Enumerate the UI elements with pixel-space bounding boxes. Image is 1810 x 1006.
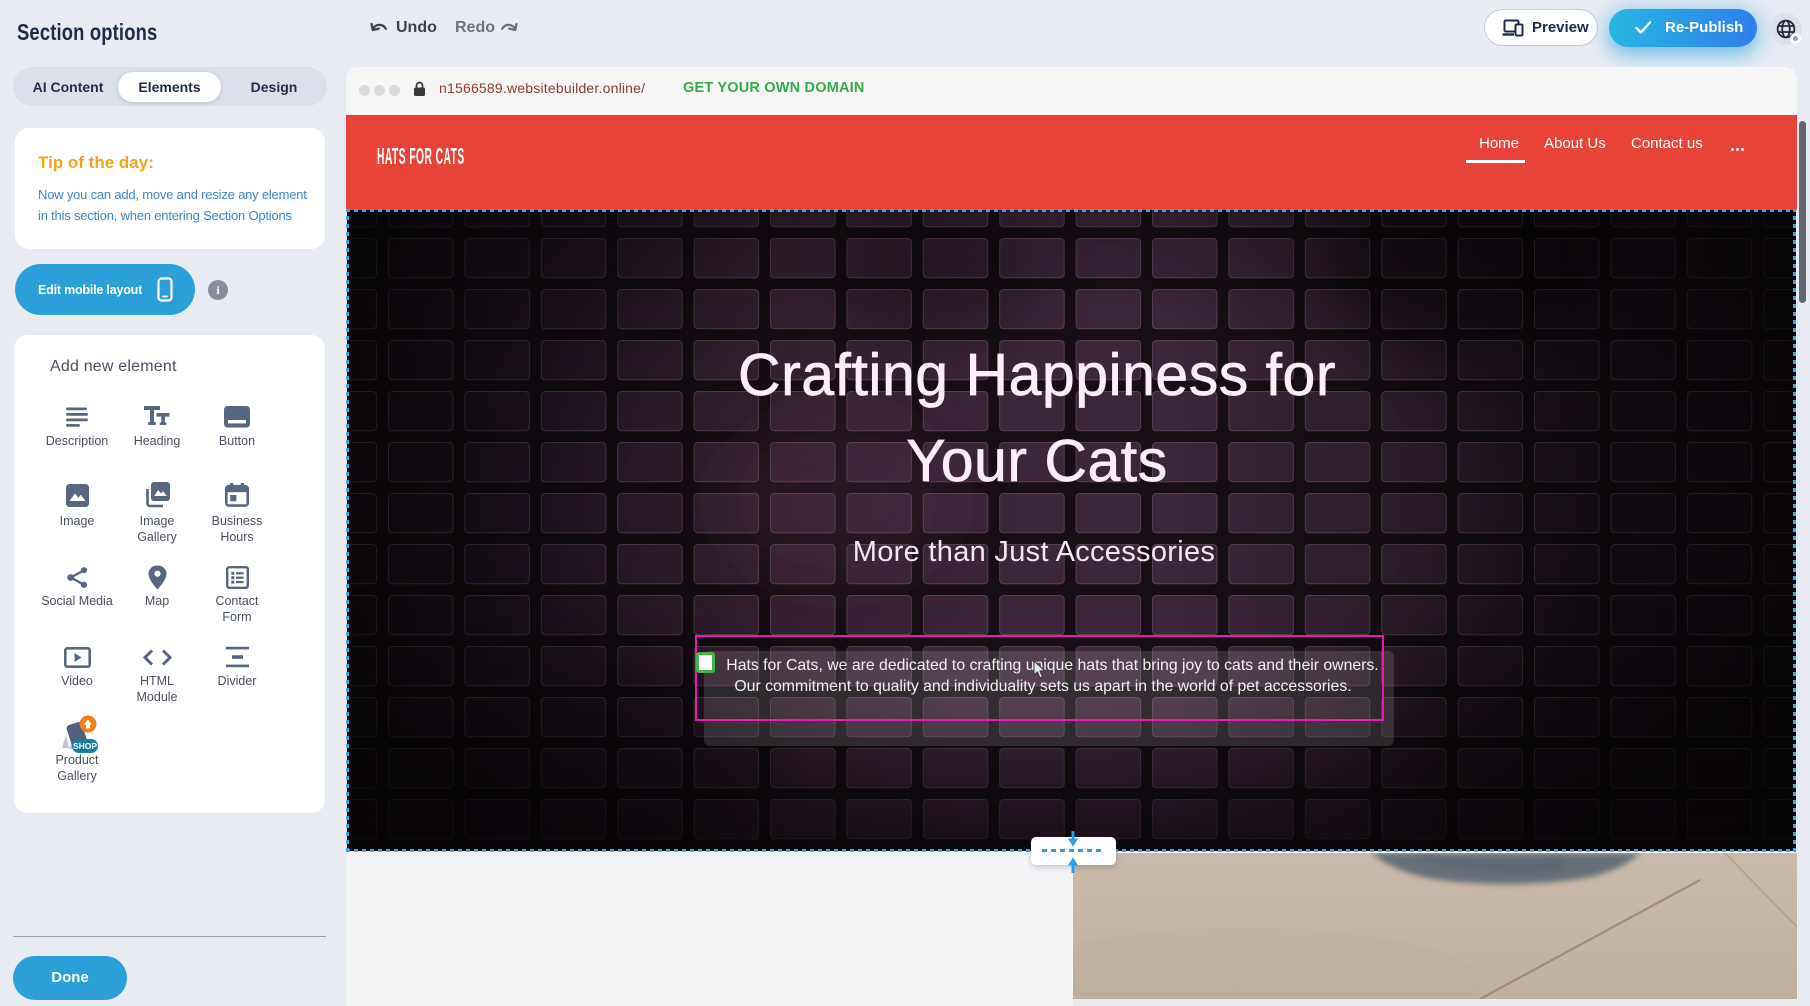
svg-text:SHOP: SHOP	[73, 741, 97, 751]
